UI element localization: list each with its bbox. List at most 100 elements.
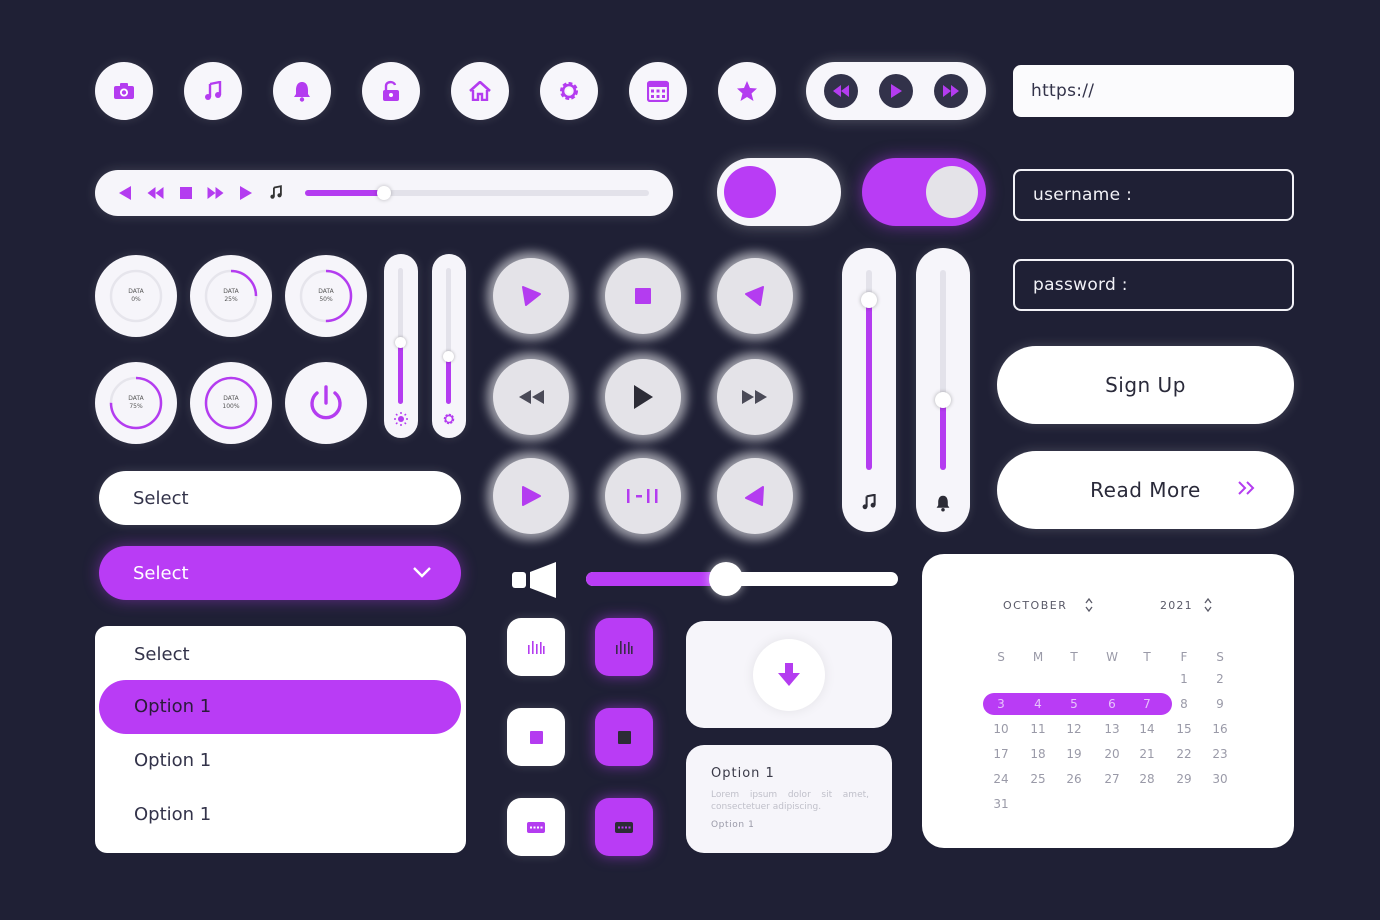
music-volume-knob[interactable] bbox=[861, 292, 877, 308]
keyboard-button[interactable] bbox=[507, 798, 565, 856]
calendar-day[interactable]: 26 bbox=[1062, 771, 1086, 787]
equalizer-button-active[interactable] bbox=[595, 618, 653, 676]
calendar-day[interactable]: 6 bbox=[1100, 696, 1124, 712]
settings-slider[interactable] bbox=[432, 254, 466, 438]
camera-button[interactable] bbox=[95, 62, 153, 120]
player-progress-track[interactable] bbox=[305, 186, 649, 200]
fast-forward-button[interactable] bbox=[934, 74, 968, 108]
calendar-day[interactable]: 28 bbox=[1135, 771, 1159, 787]
username-field[interactable]: username : bbox=[1013, 169, 1294, 221]
calendar-day[interactable]: 8 bbox=[1172, 696, 1196, 712]
select-active[interactable]: Select bbox=[99, 546, 461, 600]
calendar-day[interactable]: 14 bbox=[1135, 721, 1159, 737]
calendar-day[interactable]: 16 bbox=[1208, 721, 1232, 737]
calendar-day[interactable]: 4 bbox=[1026, 696, 1050, 712]
bell-button[interactable] bbox=[273, 62, 331, 120]
calendar-day[interactable]: 31 bbox=[989, 796, 1013, 812]
settings-slider-knob[interactable] bbox=[443, 350, 454, 362]
toggle-on[interactable] bbox=[862, 158, 986, 226]
play-button[interactable] bbox=[879, 74, 913, 108]
blur-stop-button[interactable] bbox=[605, 258, 681, 334]
unlock-button[interactable] bbox=[362, 62, 420, 120]
sign-up-button[interactable]: Sign Up bbox=[997, 346, 1294, 424]
play-icon bbox=[522, 486, 541, 506]
home-button[interactable] bbox=[451, 62, 509, 120]
player-forward-button[interactable] bbox=[207, 187, 224, 199]
calendar-day[interactable]: 7 bbox=[1135, 696, 1159, 712]
notification-volume-slider[interactable] bbox=[916, 248, 970, 532]
data-dial-75: DATA 75% bbox=[95, 362, 177, 444]
calendar-day[interactable]: 19 bbox=[1062, 746, 1086, 762]
calendar-day[interactable]: 29 bbox=[1172, 771, 1196, 787]
dial-value: 0% bbox=[131, 296, 141, 303]
calendar-day[interactable]: 18 bbox=[1026, 746, 1050, 762]
calendar-day[interactable]: 5 bbox=[1062, 696, 1086, 712]
player-play-button[interactable] bbox=[240, 186, 252, 200]
volume-slider-knob[interactable] bbox=[709, 562, 744, 596]
music-volume-slider[interactable] bbox=[842, 248, 896, 532]
player-progress-knob[interactable] bbox=[377, 186, 392, 200]
notification-volume-track bbox=[935, 270, 951, 470]
blur-fast-forward-button[interactable] bbox=[717, 359, 793, 435]
password-field[interactable]: password : bbox=[1013, 259, 1294, 311]
calendar-day[interactable]: 15 bbox=[1172, 721, 1196, 737]
select-plain[interactable]: Select bbox=[99, 471, 461, 525]
player-rewind-button[interactable] bbox=[147, 187, 164, 199]
volume-slider-fill bbox=[586, 572, 727, 586]
calendar-button[interactable] bbox=[629, 62, 687, 120]
blur-play-left-button[interactable] bbox=[717, 258, 793, 334]
calendar-day[interactable]: 25 bbox=[1026, 771, 1050, 787]
player-stop-button[interactable] bbox=[180, 187, 192, 199]
stop-square-button-active[interactable] bbox=[595, 708, 653, 766]
play-left-icon bbox=[745, 486, 764, 506]
calendar-day[interactable]: 21 bbox=[1135, 746, 1159, 762]
blur-rewind-button[interactable] bbox=[493, 359, 569, 435]
keyboard-button-active[interactable] bbox=[595, 798, 653, 856]
calendar-day[interactable]: 24 bbox=[989, 771, 1013, 787]
notification-volume-fill bbox=[940, 400, 946, 470]
calendar-day[interactable]: 9 bbox=[1208, 696, 1232, 712]
blur-play-button[interactable] bbox=[493, 258, 569, 334]
blur-step-button[interactable] bbox=[605, 458, 681, 534]
stop-square-button[interactable] bbox=[507, 708, 565, 766]
calendar-day[interactable]: 22 bbox=[1172, 746, 1196, 762]
calendar-day[interactable]: 17 bbox=[989, 746, 1013, 762]
toggle-off[interactable] bbox=[717, 158, 841, 226]
power-button[interactable] bbox=[285, 362, 367, 444]
dropdown-option[interactable]: Option 1 bbox=[134, 804, 211, 825]
calendar-day[interactable]: 3 bbox=[989, 696, 1013, 712]
dial-label: DATA bbox=[128, 395, 144, 402]
calendar-day[interactable]: 11 bbox=[1026, 721, 1050, 737]
download-button[interactable] bbox=[753, 639, 825, 711]
sign-up-label: Sign Up bbox=[1105, 373, 1186, 397]
calendar-day[interactable]: 20 bbox=[1100, 746, 1124, 762]
calendar-day[interactable]: 10 bbox=[989, 721, 1013, 737]
equalizer-button[interactable] bbox=[507, 618, 565, 676]
calendar-day[interactable]: 12 bbox=[1062, 721, 1086, 737]
brightness-slider-fill bbox=[398, 342, 403, 404]
music-button[interactable] bbox=[184, 62, 242, 120]
calendar-day[interactable]: 27 bbox=[1100, 771, 1124, 787]
url-field[interactable]: https:// bbox=[1013, 65, 1294, 117]
bell-icon bbox=[935, 494, 951, 512]
dropdown-option[interactable]: Option 1 bbox=[134, 750, 211, 771]
settings-button[interactable] bbox=[540, 62, 598, 120]
brightness-slider[interactable] bbox=[384, 254, 418, 438]
notification-volume-knob[interactable] bbox=[935, 392, 951, 408]
rewind-button[interactable] bbox=[824, 74, 858, 108]
option-card[interactable]: Option 1 Lorem ipsum dolor sit amet, con… bbox=[686, 745, 892, 853]
blur-play-main-button[interactable] bbox=[605, 359, 681, 435]
star-button[interactable] bbox=[718, 62, 776, 120]
blur-play-button-2[interactable] bbox=[493, 458, 569, 534]
calendar-day[interactable]: 30 bbox=[1208, 771, 1232, 787]
blur-play-left-button-2[interactable] bbox=[717, 458, 793, 534]
previous-button[interactable] bbox=[119, 186, 131, 200]
calendar-day[interactable]: 1 bbox=[1172, 671, 1196, 687]
calendar-day[interactable]: 2 bbox=[1208, 671, 1232, 687]
volume-slider[interactable] bbox=[586, 562, 898, 596]
calendar-day[interactable]: 13 bbox=[1100, 721, 1124, 737]
brightness-slider-knob[interactable] bbox=[395, 337, 406, 349]
calendar-day[interactable]: 23 bbox=[1208, 746, 1232, 762]
dropdown-option-selected[interactable]: Option 1 bbox=[99, 680, 461, 734]
read-more-button[interactable]: Read More bbox=[997, 451, 1294, 529]
